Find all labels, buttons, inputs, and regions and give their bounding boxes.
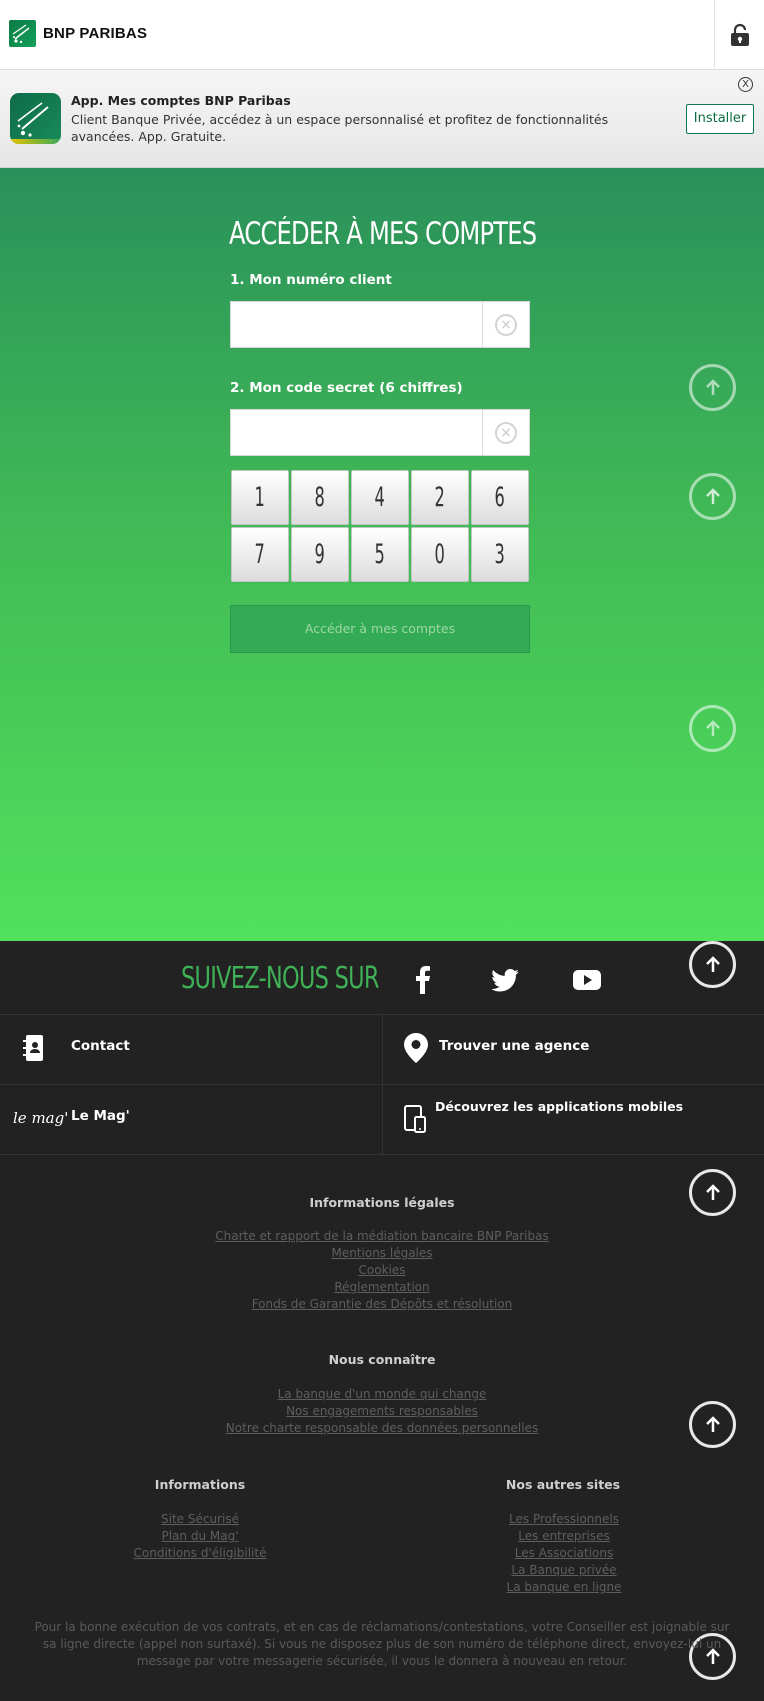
- legal-link[interactable]: Mentions légales: [0, 1246, 764, 1260]
- bnp-logo[interactable]: BNP PARIBAS: [9, 18, 147, 48]
- clear-icon: ×: [495, 421, 517, 444]
- info-link[interactable]: Plan du Mag': [100, 1529, 300, 1543]
- facebook-link[interactable]: [408, 965, 438, 995]
- info-link[interactable]: Site Sécurisé: [100, 1512, 300, 1526]
- find-agency-label: Trouver une agence: [439, 1038, 590, 1054]
- clear-code-button[interactable]: ×: [482, 410, 529, 455]
- other-site-link[interactable]: Les Professionnels: [464, 1512, 664, 1526]
- bnp-stars-icon: [9, 19, 36, 47]
- contact-book-icon: [23, 1035, 43, 1061]
- client-number-field: ×: [230, 301, 530, 348]
- login-lock-button[interactable]: [714, 0, 764, 70]
- secret-code-label: 2. Mon code secret (6 chiffres): [230, 380, 463, 396]
- install-button[interactable]: Installer: [686, 104, 754, 134]
- client-number-input[interactable]: [231, 302, 483, 347]
- keypad-key[interactable]: 2: [411, 470, 469, 525]
- le-mag-label: Le Mag': [71, 1108, 130, 1124]
- follow-us-title: SUIVEZ-NOUS SUR: [181, 961, 379, 996]
- other-site-link[interactable]: La Banque privée: [464, 1563, 664, 1577]
- legal-info-title: Informations légales: [309, 1195, 455, 1210]
- scroll-top-button[interactable]: [689, 705, 736, 752]
- keypad-key[interactable]: 0: [411, 527, 469, 582]
- twitter-link[interactable]: [490, 965, 520, 995]
- mobile-apps-link[interactable]: Découvrez les applications mobiles: [382, 1085, 764, 1155]
- logo-text: BNP PARIBAS: [43, 24, 148, 42]
- client-number-label: 1. Mon numéro client: [230, 272, 392, 288]
- login-section: ACCÉDER À MES COMPTES 1. Mon numéro clie…: [0, 168, 764, 941]
- legal-link[interactable]: Cookies: [0, 1263, 764, 1277]
- other-site-link[interactable]: Les Associations: [464, 1546, 664, 1560]
- keypad-key[interactable]: 4: [351, 470, 409, 525]
- about-us-title: Nous connaître: [328, 1352, 436, 1367]
- banner-close-button[interactable]: X: [738, 77, 753, 92]
- other-site-link[interactable]: La banque en ligne: [464, 1580, 664, 1594]
- app-banner: X App. Mes comptes BNP Paribas Client Ba…: [0, 70, 764, 168]
- mobile-apps-label: Découvrez les applications mobiles: [435, 1099, 684, 1114]
- app-icon: [10, 93, 61, 144]
- disclaimer-text: Pour la bonne exécution de vos contrats,…: [34, 1620, 730, 1668]
- scroll-top-button[interactable]: [689, 941, 736, 988]
- arrow-up-icon: [705, 955, 720, 972]
- find-agency-link[interactable]: Trouver une agence: [382, 1015, 764, 1085]
- keypad-key[interactable]: 9: [291, 527, 349, 582]
- le-mag-link[interactable]: le mag' Le Mag': [0, 1085, 382, 1155]
- secret-code-field: ×: [230, 409, 530, 456]
- about-link[interactable]: Nos engagements responsables: [0, 1404, 764, 1418]
- arrow-up-icon: [705, 378, 720, 395]
- footer-links-grid: Contact Trouver une agence le mag' Le Ma…: [0, 1014, 764, 1155]
- about-link[interactable]: La banque d'un monde qui change: [0, 1387, 764, 1401]
- clear-icon: ×: [495, 313, 517, 336]
- le-mag-logo: le mag': [13, 1109, 69, 1127]
- mobile-devices-icon: [404, 1105, 426, 1133]
- footer: SUIVEZ-NOUS SUR Contact Trouver une agen…: [0, 941, 764, 1701]
- about-link[interactable]: Notre charte responsable des données per…: [0, 1421, 764, 1435]
- legal-link[interactable]: Fonds de Garantie des Dépôts et résoluti…: [0, 1297, 764, 1311]
- legal-link[interactable]: Charte et rapport de la médiation bancai…: [0, 1229, 764, 1243]
- other-sites-title: Nos autres sites: [505, 1477, 621, 1492]
- clear-client-button[interactable]: ×: [482, 302, 529, 347]
- keypad-key[interactable]: 7: [231, 527, 289, 582]
- login-title: ACCÉDER À MES COMPTES: [229, 216, 537, 252]
- contact-link[interactable]: Contact: [0, 1015, 382, 1085]
- scroll-top-button[interactable]: [689, 364, 736, 411]
- access-accounts-button[interactable]: Accéder à mes comptes: [230, 605, 530, 653]
- youtube-icon: [573, 970, 601, 990]
- keypad-key[interactable]: 5: [351, 527, 409, 582]
- youtube-link[interactable]: [572, 965, 602, 995]
- other-site-link[interactable]: Les entreprises: [464, 1529, 664, 1543]
- keypad-key[interactable]: 8: [291, 470, 349, 525]
- contact-label: Contact: [71, 1038, 130, 1054]
- map-pin-icon: [404, 1033, 428, 1063]
- legal-link[interactable]: Réglementation: [0, 1280, 764, 1294]
- keypad-key[interactable]: 6: [471, 470, 529, 525]
- lock-icon: [730, 23, 749, 46]
- twitter-icon: [491, 968, 519, 992]
- keypad-key[interactable]: 3: [471, 527, 529, 582]
- facebook-icon: [416, 966, 430, 994]
- banner-description: Client Banque Privée, accédez à un espac…: [71, 112, 609, 144]
- keypad-key[interactable]: 1: [231, 470, 289, 525]
- arrow-up-icon: [705, 719, 720, 736]
- secret-code-input[interactable]: [231, 410, 483, 455]
- banner-title: App. Mes comptes BNP Paribas: [71, 93, 291, 108]
- arrow-up-icon: [705, 487, 720, 504]
- info-link[interactable]: Conditions d'éligibilité: [100, 1546, 300, 1560]
- header: BNP PARIBAS: [0, 0, 764, 70]
- scroll-top-button[interactable]: [689, 473, 736, 520]
